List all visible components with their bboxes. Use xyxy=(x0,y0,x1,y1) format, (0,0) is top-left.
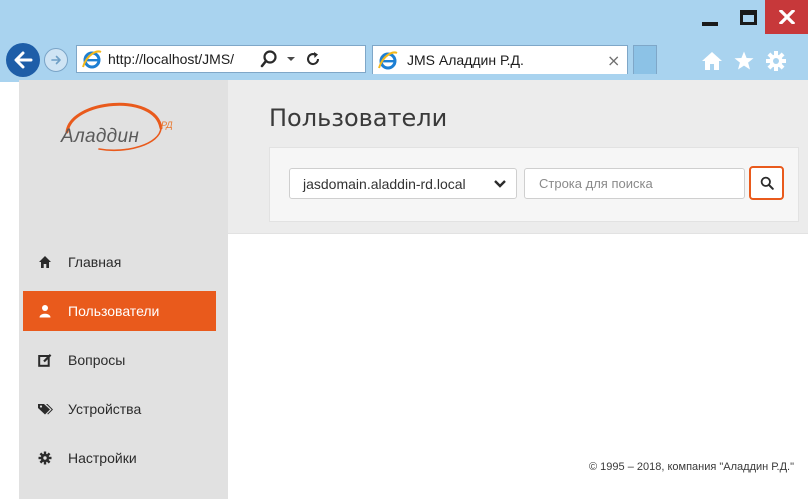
caret-down-icon xyxy=(287,57,295,61)
web-page: Аладдин РД Главная Пользователи Вопросы … xyxy=(19,80,808,499)
minimize-button[interactable] xyxy=(688,0,732,34)
sidebar-item-label: Главная xyxy=(68,254,122,270)
sidebar-item-settings[interactable]: Настройки xyxy=(23,438,216,478)
browser-tab[interactable]: JMS Аладдин Р.Д. × xyxy=(372,45,628,74)
main-content: Пользователи jasdomain.aladdin-rd.local xyxy=(228,80,808,499)
sidebar-item-users[interactable]: Пользователи xyxy=(23,291,216,331)
browser-navbar: http://localhost/JMS/ JMS Аладдин Р.Д. × xyxy=(0,34,808,82)
tab-close-icon[interactable]: × xyxy=(607,51,620,70)
close-window-button[interactable] xyxy=(765,0,808,34)
search-icon xyxy=(260,50,277,68)
sidebar-item-label: Вопросы xyxy=(68,352,126,368)
star-icon xyxy=(734,51,754,70)
back-button[interactable] xyxy=(6,43,40,77)
aladdin-logo[interactable]: Аладдин РД xyxy=(57,94,187,160)
maximize-icon xyxy=(740,9,757,25)
logo-text: Аладдин xyxy=(61,126,140,147)
new-tab-button[interactable] xyxy=(633,45,657,74)
sidebar-menu: Главная Пользователи Вопросы Устройства xyxy=(23,242,216,487)
home-button[interactable] xyxy=(700,49,724,73)
domain-select[interactable]: jasdomain.aladdin-rd.local xyxy=(289,168,517,199)
url-text[interactable]: http://localhost/JMS/ xyxy=(108,51,256,67)
favorites-button[interactable] xyxy=(732,49,756,73)
tools-button[interactable] xyxy=(764,49,788,73)
address-dropdown-button[interactable] xyxy=(282,45,300,73)
minimize-icon xyxy=(702,21,718,26)
arrow-left-icon xyxy=(14,51,33,69)
sidebar-item-label: Пользователи xyxy=(68,303,160,319)
domain-select-value: jasdomain.aladdin-rd.local xyxy=(303,175,466,192)
sidebar-item-devices[interactable]: Устройства xyxy=(23,389,216,429)
home-icon xyxy=(702,52,722,70)
search-panel: jasdomain.aladdin-rd.local xyxy=(269,147,799,222)
gear-icon xyxy=(766,51,786,71)
search-button[interactable] xyxy=(749,166,784,200)
sidebar-item-questions[interactable]: Вопросы xyxy=(23,340,216,380)
gear-icon xyxy=(37,450,53,466)
sidebar-item-label: Устройства xyxy=(68,401,142,417)
search-address-button[interactable] xyxy=(256,45,282,73)
page-title: Пользователи xyxy=(269,104,448,132)
refresh-icon xyxy=(307,52,320,66)
tab-title: JMS Аладдин Р.Д. xyxy=(407,52,524,68)
ie-icon xyxy=(82,50,102,69)
sidebar-item-home[interactable]: Главная xyxy=(23,242,216,282)
refresh-button[interactable] xyxy=(300,45,326,73)
sidebar: Аладдин РД Главная Пользователи Вопросы … xyxy=(19,80,228,499)
search-icon xyxy=(760,176,774,190)
logo-superscript: РД xyxy=(161,120,173,130)
chevron-down-icon xyxy=(493,177,507,191)
maximize-button[interactable] xyxy=(732,0,765,34)
tags-icon xyxy=(37,401,53,417)
home-icon xyxy=(37,254,53,270)
browser-toolbar-icons xyxy=(700,49,788,73)
user-icon xyxy=(37,303,53,319)
forward-button[interactable] xyxy=(44,48,68,72)
edit-icon xyxy=(37,352,53,368)
copyright-footer: © 1995 – 2018, компания "Аладдин Р.Д." xyxy=(589,461,794,473)
search-input[interactable] xyxy=(524,168,745,199)
page-header: Пользователи jasdomain.aladdin-rd.local xyxy=(228,80,808,234)
address-bar[interactable]: http://localhost/JMS/ xyxy=(76,45,366,73)
arrow-right-icon xyxy=(51,55,61,65)
ie-icon xyxy=(378,51,398,70)
close-icon xyxy=(778,10,795,24)
sidebar-item-label: Настройки xyxy=(68,450,137,466)
